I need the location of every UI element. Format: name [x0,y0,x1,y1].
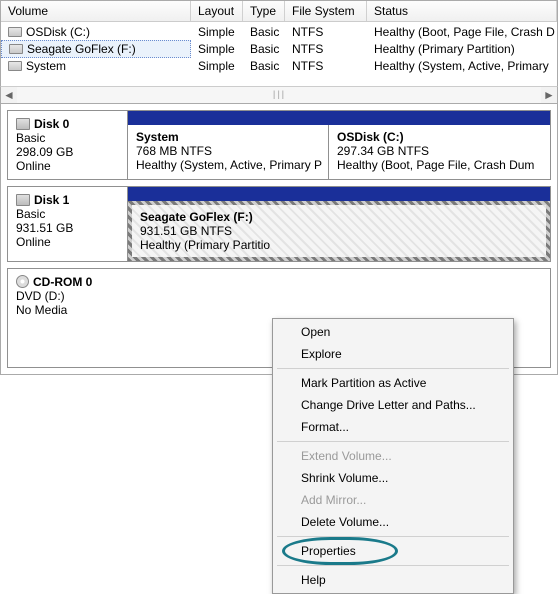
drive-icon [8,61,22,71]
disk-meta: DVD (D:) [16,289,120,303]
volume-rows: OSDisk (C:) Simple Basic NTFS Healthy (B… [1,22,557,86]
partition-name: Seagate GoFlex (F:) [140,210,538,224]
disk-meta: 298.09 GB [16,145,119,159]
menu-item-explore[interactable]: Explore [275,343,511,365]
disk-block: Disk 1 Basic 931.51 GB Online Seagate Go… [7,186,551,262]
disk-meta: Online [16,235,119,249]
volume-name: System [26,59,66,73]
partition[interactable]: OSDisk (C:) 297.34 GB NTFS Healthy (Boot… [328,125,550,179]
disk-meta: Basic [16,207,119,221]
volume-filesystem: NTFS [285,24,367,40]
disk-meta: Basic [16,131,119,145]
menu-separator [277,565,509,566]
scroll-left-icon[interactable]: ◄ [1,87,17,103]
disk-header-bar [128,111,550,125]
menu-item-shrink-volume[interactable]: Shrink Volume... [275,467,511,489]
partition[interactable]: Seagate GoFlex (F:) 931.51 GB NTFS Healt… [128,201,550,261]
drive-icon [8,27,22,37]
disk-info[interactable]: Disk 1 Basic 931.51 GB Online [8,187,128,261]
menu-item-open[interactable]: Open [275,321,511,343]
disk-header-bar [128,187,550,201]
disk-icon [16,194,30,206]
menu-separator [277,536,509,537]
menu-item-mark-active[interactable]: Mark Partition as Active [275,372,511,394]
cdrom-icon [16,275,29,288]
menu-separator [277,441,509,442]
disk-title: CD-ROM 0 [33,275,92,289]
disk-meta: Online [16,159,119,173]
menu-item-format[interactable]: Format... [275,416,511,438]
menu-separator [277,368,509,369]
menu-item-properties[interactable]: Properties [275,540,511,562]
volume-status: Healthy (System, Active, Primary [367,58,557,74]
disk-meta: 931.51 GB [16,221,119,235]
disk-block: Disk 0 Basic 298.09 GB Online System 768… [7,110,551,180]
horizontal-scrollbar[interactable]: ◄ III ► [0,86,558,104]
volume-layout: Simple [191,41,243,57]
volume-status: Healthy (Primary Partition) [367,41,557,57]
volume-name: OSDisk (C:) [26,25,90,39]
column-header-filesystem[interactable]: File System [285,1,367,21]
column-header-layout[interactable]: Layout [191,1,243,21]
menu-item-delete-volume[interactable]: Delete Volume... [275,511,511,533]
volume-type: Basic [243,41,285,57]
menu-item-add-mirror: Add Mirror... [275,489,511,511]
menu-item-change-drive-letter[interactable]: Change Drive Letter and Paths... [275,394,511,416]
partition-status: Healthy (Primary Partitio [140,238,538,252]
context-menu: Open Explore Mark Partition as Active Ch… [272,318,514,594]
partition-size: 768 MB NTFS [136,144,320,158]
disk-meta: No Media [16,303,120,317]
partition-status: Healthy (System, Active, Primary P [136,158,320,172]
partition-status: Healthy (Boot, Page File, Crash Dum [337,158,542,172]
volume-row[interactable]: OSDisk (C:) Simple Basic NTFS Healthy (B… [1,24,557,40]
disk-info[interactable]: CD-ROM 0 DVD (D:) No Media [8,269,128,367]
volume-name: Seagate GoFlex (F:) [27,42,136,56]
column-header-status[interactable]: Status [367,1,557,21]
volume-filesystem: NTFS [285,58,367,74]
disk-info[interactable]: Disk 0 Basic 298.09 GB Online [8,111,128,179]
menu-item-help[interactable]: Help [275,569,511,591]
volume-list: Volume Layout Type File System Status OS… [0,0,558,86]
partition[interactable]: System 768 MB NTFS Healthy (System, Acti… [128,125,328,179]
volume-type: Basic [243,24,285,40]
volume-row[interactable]: Seagate GoFlex (F:) Simple Basic NTFS He… [1,40,557,58]
volume-layout: Simple [191,58,243,74]
partition-name: System [136,130,320,144]
volume-type: Basic [243,58,285,74]
partition-size: 931.51 GB NTFS [140,224,538,238]
scroll-track[interactable]: III [17,87,541,103]
disk-icon [16,118,30,130]
volume-row[interactable]: System Simple Basic NTFS Healthy (System… [1,58,557,74]
partition-size: 297.34 GB NTFS [337,144,542,158]
disk-title: Disk 0 [34,117,69,131]
partition-name: OSDisk (C:) [337,130,542,144]
volume-list-header: Volume Layout Type File System Status [1,1,557,22]
menu-item-extend-volume: Extend Volume... [275,445,511,467]
disk-title: Disk 1 [34,193,69,207]
column-header-type[interactable]: Type [243,1,285,21]
drive-icon [9,44,23,54]
volume-filesystem: NTFS [285,41,367,57]
scroll-right-icon[interactable]: ► [541,87,557,103]
column-header-volume[interactable]: Volume [1,1,191,21]
volume-status: Healthy (Boot, Page File, Crash D [367,24,557,40]
volume-layout: Simple [191,24,243,40]
